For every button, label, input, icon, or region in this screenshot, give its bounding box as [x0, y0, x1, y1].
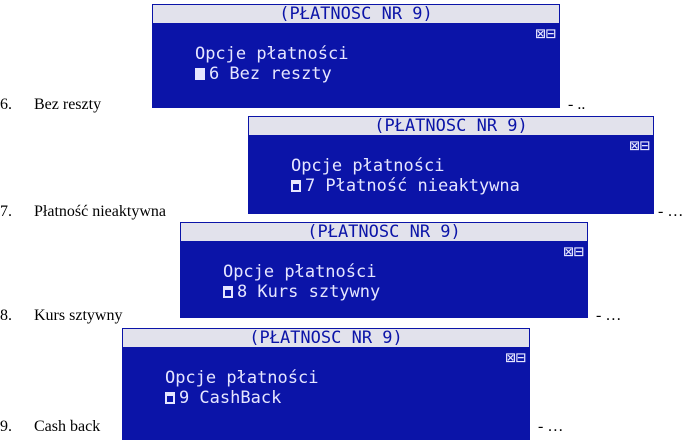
lcd-option-text: 7 Płatność nieaktywna — [304, 176, 520, 196]
caption-cash-back: 9. Cash back — [0, 418, 100, 436]
lcd-title: (PŁATNOSC NR 9) — [180, 222, 588, 242]
caption-suffix: - … — [538, 418, 564, 435]
lcd-subtitle-row: Opcje płatności ⊠⊟ — [122, 348, 530, 388]
lcd-screen-platnosc-nieaktywna: (PŁATNOSC NR 9) Opcje płatności ⊠⊟ 7 Pła… — [248, 116, 654, 214]
lcd-option-row: 9 CashBack — [122, 368, 530, 408]
item-number: 6. — [0, 96, 12, 113]
lcd-option-text: 6 Bez reszty — [208, 64, 332, 84]
lcd-option-row: 6 Bez reszty — [152, 44, 560, 84]
item-caption: Bez reszty — [34, 96, 102, 113]
status-icon: ⊠⊟ — [629, 136, 650, 156]
item-number: 7. — [0, 203, 12, 220]
lcd-subtitle-row: Opcje płatności ⊠⊟ — [248, 136, 654, 176]
item-number: 9. — [0, 418, 12, 435]
caption-suffix: - .. — [568, 96, 586, 113]
lcd-subtitle-row: Opcje płatności ⊠⊟ — [152, 24, 560, 64]
status-icon: ⊠⊟ — [563, 242, 584, 262]
caption-suffix: - … — [658, 203, 684, 220]
caption-bez-reszty: 6. Bez reszty — [0, 96, 101, 114]
item-caption: Płatność nieaktywna — [34, 203, 166, 220]
lcd-title: (PŁATNOSC NR 9) — [248, 116, 654, 136]
item-number: 8. — [0, 307, 12, 324]
status-icon: ⊠⊟ — [535, 24, 556, 44]
lcd-title: (PŁATNOSC NR 9) — [152, 4, 560, 24]
lcd-screen-bez-reszty: (PŁATNOSC NR 9) Opcje płatności ⊠⊟ 6 Bez… — [152, 4, 560, 108]
item-caption: Kurs sztywny — [34, 307, 123, 324]
lcd-option-row: 8 Kurs sztywny — [180, 262, 588, 302]
caption-suffix: - … — [596, 307, 622, 324]
lcd-title: (PŁATNOSC NR 9) — [122, 328, 530, 348]
caption-platnosc-nieaktywna: 7. Płatność nieaktywna — [0, 203, 166, 221]
caption-kurs-sztywny: 8. Kurs sztywny — [0, 307, 122, 325]
selected-checkbox-icon — [194, 68, 205, 80]
lcd-option-row: 7 Płatność nieaktywna — [248, 156, 654, 196]
unselected-checkbox-icon — [222, 286, 233, 298]
lcd-option-text: 9 CashBack — [178, 388, 282, 408]
lcd-screen-kurs-sztywny: (PŁATNOSC NR 9) Opcje płatności ⊠⊟ 8 Kur… — [180, 222, 588, 318]
unselected-checkbox-icon — [164, 392, 175, 404]
item-caption: Cash back — [34, 418, 101, 435]
lcd-option-text: 8 Kurs sztywny — [236, 282, 381, 302]
status-icon: ⊠⊟ — [505, 348, 526, 368]
unselected-checkbox-icon — [290, 180, 301, 192]
lcd-subtitle-row: Opcje płatności ⊠⊟ — [180, 242, 588, 282]
lcd-screen-cash-back: (PŁATNOSC NR 9) Opcje płatności ⊠⊟ 9 Cas… — [122, 328, 530, 440]
